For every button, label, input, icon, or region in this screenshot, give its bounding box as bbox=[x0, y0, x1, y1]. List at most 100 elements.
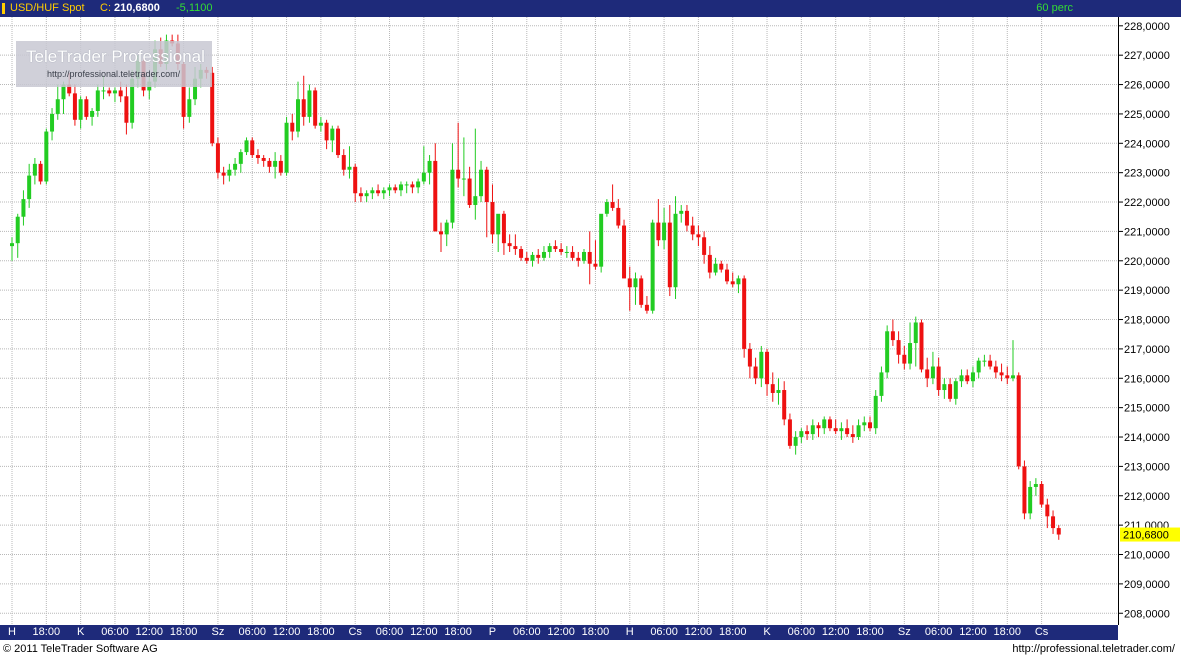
candle-body-down bbox=[559, 249, 564, 252]
chart-window: USD/HUF Spot C: 210,6800 -5,1100 60 perc… bbox=[0, 0, 1181, 659]
candle-body-down bbox=[301, 99, 306, 117]
candle-body-down bbox=[827, 419, 832, 429]
candle-body-up bbox=[873, 395, 878, 429]
x-tick-label: 06:00 bbox=[650, 626, 678, 638]
candle-body-up bbox=[90, 110, 95, 117]
candle-body-up bbox=[273, 160, 278, 167]
candle-body-down bbox=[622, 225, 627, 279]
candle-body-up bbox=[582, 251, 586, 261]
candle-body-up bbox=[970, 372, 975, 382]
candle-body-up bbox=[530, 254, 535, 261]
candle-body-up bbox=[604, 202, 609, 214]
candle-body-down bbox=[490, 202, 495, 235]
candle-body-down bbox=[410, 184, 415, 188]
candle-body-down bbox=[770, 384, 775, 393]
y-tick-label: 217,0000 bbox=[1124, 344, 1170, 356]
candle-body-down bbox=[765, 351, 770, 385]
candle-body-down bbox=[965, 375, 970, 382]
candle-body-up bbox=[679, 210, 684, 214]
candle-body-up bbox=[187, 99, 192, 117]
time-axis[interactable]: H 18:00 K 06:00 12:00 18:00 Sz 06:00 12:00 18:00 C… bbox=[0, 625, 1118, 640]
y-tick-label: 208,0000 bbox=[1124, 608, 1170, 620]
candle-body-down bbox=[1051, 516, 1056, 529]
candle-body-up bbox=[953, 381, 958, 399]
candle-body-down bbox=[1005, 375, 1010, 379]
candle-body-down bbox=[690, 225, 695, 235]
candle-body-down bbox=[519, 249, 524, 258]
candle-body-down bbox=[993, 366, 998, 373]
x-tick-label: 18:00 bbox=[856, 626, 884, 638]
candle-body-up bbox=[284, 122, 289, 173]
candlestick-chart[interactable] bbox=[0, 17, 1118, 625]
candle-body-up bbox=[662, 222, 667, 241]
candle-body-up bbox=[479, 169, 484, 197]
price-axis[interactable]: 208,0000 209,0000 210,0000 211,0000 212,0000… bbox=[1118, 17, 1181, 625]
teletrader-watermark: TeleTrader Professional http://professio… bbox=[16, 41, 212, 87]
x-tick-label: 18:00 bbox=[169, 626, 198, 638]
candle-body-down bbox=[433, 160, 438, 232]
y-tick-label: 215,0000 bbox=[1124, 403, 1170, 415]
candle-body-down bbox=[742, 278, 747, 349]
candle-body-up bbox=[942, 384, 947, 391]
candle-body-down bbox=[587, 251, 592, 264]
candle-body-down bbox=[702, 237, 707, 255]
instrument-symbol[interactable]: USD/HUF Spot bbox=[10, 2, 85, 15]
candle-body-down bbox=[118, 90, 123, 97]
candle-body-down bbox=[656, 222, 661, 241]
candle-body-down bbox=[267, 160, 272, 167]
candle-body-up bbox=[364, 193, 369, 197]
header-marker-icon bbox=[2, 3, 5, 14]
candle-body-down bbox=[484, 169, 489, 203]
x-tick-label: H bbox=[625, 626, 634, 638]
last-price-label: 210,6800 bbox=[1123, 530, 1169, 542]
price-plot-area[interactable]: TeleTrader Professional http://professio… bbox=[0, 17, 1118, 625]
candle-body-down bbox=[341, 155, 346, 170]
y-tick-label: 219,0000 bbox=[1124, 285, 1170, 297]
candle-body-down bbox=[261, 157, 266, 161]
candle-body-down bbox=[376, 190, 381, 194]
x-tick-label: K bbox=[763, 626, 771, 638]
candle-body-down bbox=[255, 155, 260, 158]
candle-body-down bbox=[1039, 484, 1044, 505]
candle-body-up bbox=[95, 90, 100, 111]
candle-body-down bbox=[816, 425, 821, 429]
y-tick-label: 221,0000 bbox=[1124, 226, 1170, 238]
interval-selector[interactable]: 60 perc bbox=[1036, 2, 1073, 15]
x-tick-label: K bbox=[76, 626, 85, 638]
candle-body-down bbox=[936, 366, 941, 391]
x-tick-label: 18:00 bbox=[444, 626, 472, 638]
price-axis-labels: 208,0000209,0000210,0000211,0000212,0000… bbox=[1118, 17, 1180, 625]
candle-body-up bbox=[44, 131, 49, 182]
candle-body-up bbox=[930, 366, 935, 379]
candle-body-up bbox=[982, 360, 987, 362]
candle-body-down bbox=[1045, 504, 1050, 517]
candle-body-down bbox=[639, 278, 644, 305]
candle-body-up bbox=[913, 322, 918, 344]
candle-body-up bbox=[673, 213, 678, 288]
candle-body-down bbox=[890, 331, 895, 341]
x-tick-label: 18:00 bbox=[993, 626, 1022, 638]
candle-body-up bbox=[736, 278, 741, 285]
candle-body-down bbox=[850, 434, 855, 438]
candle-body-down bbox=[1022, 466, 1027, 514]
y-tick-label: 218,0000 bbox=[1124, 315, 1170, 327]
price-change: -5,1100 bbox=[176, 2, 213, 14]
candle-body-down bbox=[988, 360, 993, 367]
candle-body-down bbox=[667, 222, 672, 288]
x-tick-label: 12:00 bbox=[547, 626, 575, 638]
candle-body-down bbox=[610, 202, 615, 208]
candle-body-up bbox=[416, 181, 421, 188]
x-tick-label: 18:00 bbox=[718, 626, 747, 638]
candle-body-up bbox=[227, 169, 232, 176]
candle-body-up bbox=[21, 199, 26, 217]
candle-body-up bbox=[976, 360, 981, 373]
footer-url[interactable]: http://professional.teletrader.com/ bbox=[1012, 643, 1175, 655]
candle-body-down bbox=[501, 213, 506, 244]
candle-body-down bbox=[576, 257, 581, 261]
candle-body-up bbox=[713, 263, 718, 273]
x-tick-label: 12:00 bbox=[135, 626, 164, 638]
candle-body-up bbox=[547, 246, 552, 252]
y-tick-label: 220,0000 bbox=[1124, 256, 1170, 268]
candle-body-up bbox=[381, 190, 386, 194]
y-tick-label: 222,0000 bbox=[1124, 197, 1170, 209]
